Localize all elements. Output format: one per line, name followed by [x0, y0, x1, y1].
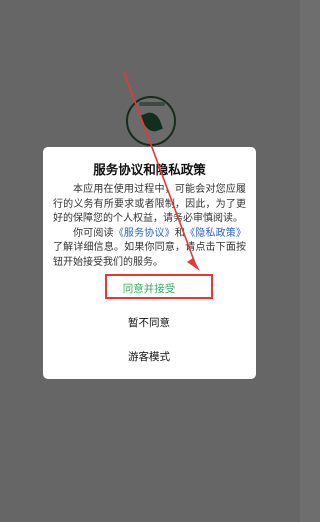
- service-agreement-link[interactable]: 《服务协议》: [114, 228, 175, 239]
- guest-mode-button[interactable]: 游客模式: [107, 349, 191, 365]
- and-text: 和: [174, 227, 186, 239]
- dialog-body: 本应用在使用过程中，可能会对您应履行的义务有所要求或者限制，因此，为了更好的保障…: [53, 183, 246, 270]
- para2-suffix: 了解详细信息。如果你同意，请点击下面按钮开始接受我们的服务。: [53, 242, 246, 268]
- dialog-title: 服务协议和隐私政策: [93, 162, 206, 177]
- privacy-dialog: 服务协议和隐私政策 本应用在使用过程中，可能会对您应履行的义务有所要求或者限制，…: [43, 147, 256, 379]
- annotation-highlight-box: [105, 274, 213, 299]
- privacy-policy-link[interactable]: 《隐私政策》: [185, 228, 246, 239]
- dialog-paragraph-1: 本应用在使用过程中，可能会对您应履行的义务有所要求或者限制，因此，为了更好的保障…: [53, 184, 246, 224]
- para2-prefix: 你可阅读: [73, 227, 114, 239]
- disagree-button[interactable]: 暂不同意: [107, 315, 191, 331]
- dialog-paragraph-2: 你可阅读《服务协议》和《隐私政策》了解详细信息。如果你同意，请点击下面按钮开始接…: [53, 227, 246, 271]
